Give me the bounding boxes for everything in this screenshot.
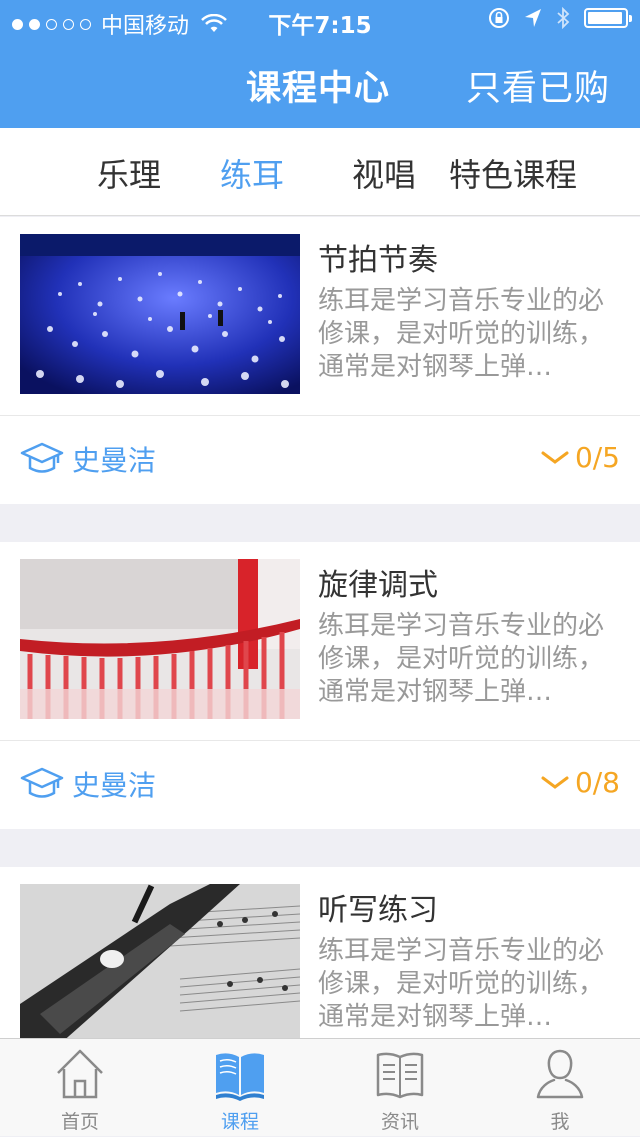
tabbar-label: 课程 — [220, 1111, 259, 1133]
graduation-cap-icon — [20, 767, 64, 798]
progress-count: 0/8 — [574, 766, 620, 799]
course-description: 练耳是学习音乐专业的必修课，是对听觉的训练，通常是对钢琴上弹… — [318, 286, 605, 382]
teacher-info: 史曼洁 — [20, 764, 156, 804]
graduation-cap-icon — [20, 442, 64, 473]
rotation-lock-icon — [489, 8, 509, 28]
course-description: 练耳是学习音乐专业的必修课，是对听觉的训练，通常是对钢琴上弹… — [318, 936, 605, 1032]
news-icon — [376, 1052, 424, 1099]
tab-featured-courses[interactable]: 特色课程 — [449, 150, 577, 196]
tabbar-home[interactable]: 首页 — [0, 1039, 160, 1137]
progress-toggle[interactable]: 0/5 — [541, 441, 620, 474]
tab-sight-singing[interactable]: 视唱 — [352, 150, 416, 196]
tabbar-label: 资讯 — [380, 1111, 419, 1133]
course-description: 练耳是学习音乐专业的必修课，是对听觉的训练，通常是对钢琴上弹… — [318, 611, 605, 707]
chevron-down-icon — [541, 776, 569, 789]
progress-count: 0/5 — [574, 441, 620, 474]
card-divider — [0, 415, 640, 416]
book-icon — [216, 1053, 264, 1101]
category-tabs: 乐理 练耳 视唱 特色课程 — [0, 128, 640, 216]
progress-toggle[interactable]: 0/8 — [541, 766, 620, 799]
teacher-info: 史曼洁 — [20, 439, 156, 479]
battery-icon — [584, 8, 632, 28]
course-thumbnail — [20, 234, 300, 394]
tab-music-theory[interactable]: 乐理 — [97, 150, 161, 196]
chevron-down-icon — [541, 451, 569, 464]
location-icon — [525, 9, 541, 27]
tabbar-label: 首页 — [60, 1111, 99, 1133]
course-thumbnail — [20, 884, 300, 1038]
bottom-tab-bar: 首页 课程 资讯 我 — [0, 1038, 640, 1136]
page-title: 课程中心 — [246, 69, 391, 109]
tabbar-label: 我 — [550, 1111, 570, 1133]
course-card[interactable]: 节拍节奏 练耳是学习音乐专业的必修课，是对听觉的训练，通常是对钢琴上弹… 史曼洁… — [0, 217, 640, 504]
card-divider — [0, 740, 640, 741]
course-thumbnail — [20, 559, 300, 719]
tabbar-courses[interactable]: 课程 — [160, 1039, 320, 1137]
status-bar: 中国移动 下午7:15 — [0, 0, 640, 40]
home-icon — [57, 1049, 103, 1099]
teacher-name: 史曼洁 — [72, 444, 157, 477]
purchased-only-button[interactable]: 只看已购 — [466, 60, 610, 111]
course-card[interactable]: 听写练习 练耳是学习音乐专业的必修课，是对听觉的训练，通常是对钢琴上弹… — [0, 867, 640, 1038]
course-title: 听写练习 — [318, 893, 438, 928]
tabbar-me[interactable]: 我 — [480, 1039, 640, 1137]
course-title: 旋律调式 — [318, 568, 438, 603]
tab-ear-training[interactable]: 练耳 — [220, 150, 284, 196]
nav-bar: 课程中心 只看已购 — [0, 40, 640, 128]
course-card[interactable]: 旋律调式 练耳是学习音乐专业的必修课，是对听觉的训练，通常是对钢琴上弹… 史曼洁… — [0, 542, 640, 829]
tabbar-news[interactable]: 资讯 — [320, 1039, 480, 1137]
bluetooth-icon — [557, 7, 570, 29]
user-icon — [536, 1049, 584, 1099]
course-title: 节拍节奏 — [318, 243, 438, 278]
teacher-name: 史曼洁 — [72, 769, 157, 802]
